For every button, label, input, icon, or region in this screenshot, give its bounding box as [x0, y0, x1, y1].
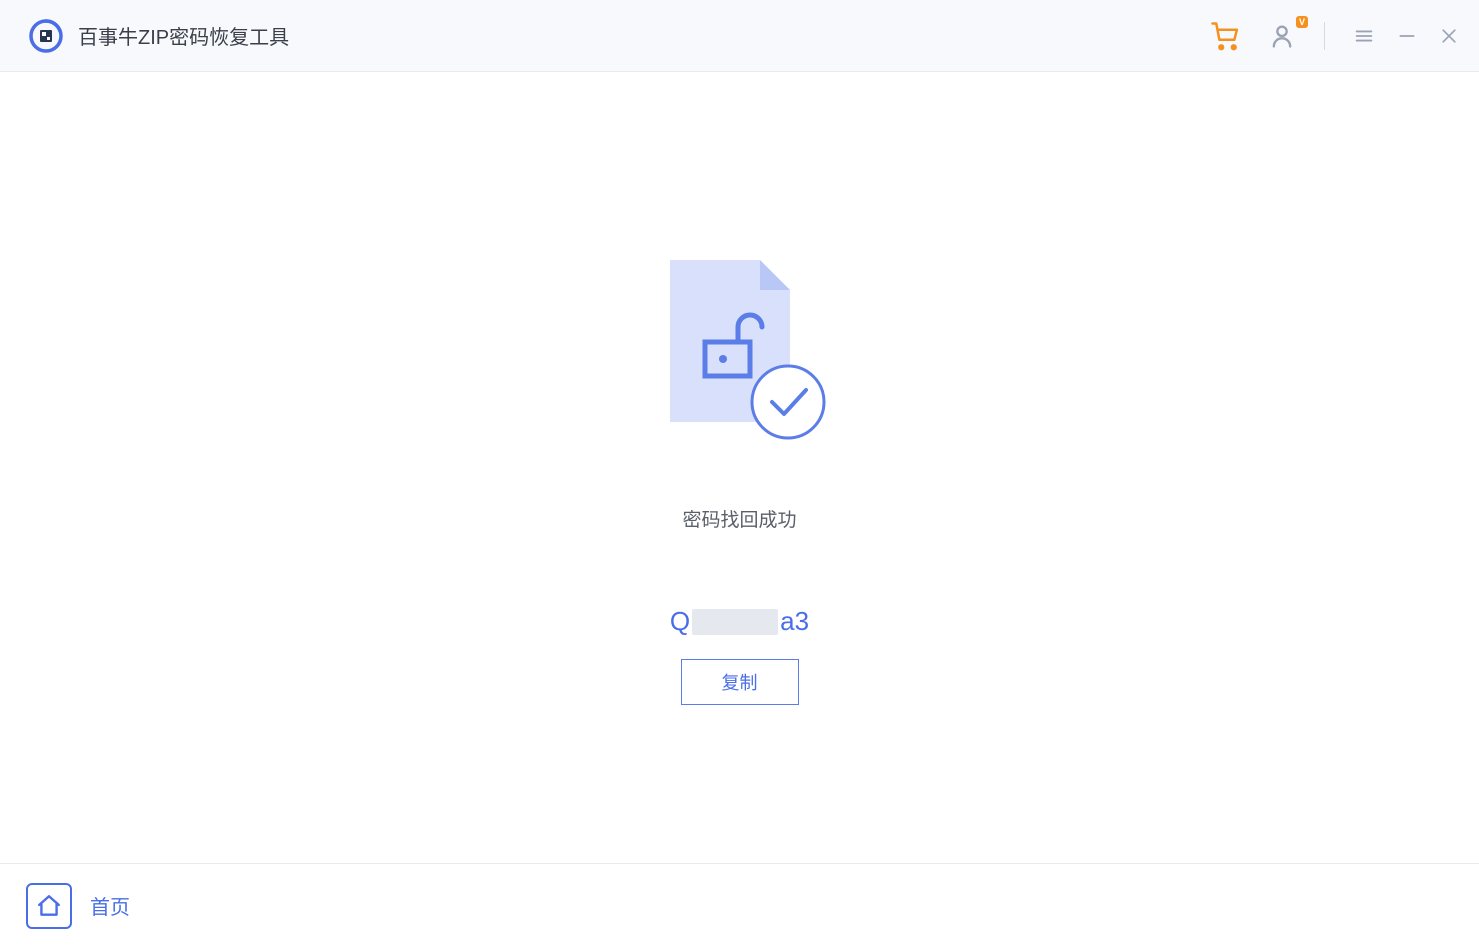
app-logo-icon: [28, 18, 64, 54]
home-label[interactable]: 首页: [90, 891, 130, 920]
vip-badge-tag: V: [1296, 16, 1308, 28]
minimize-icon[interactable]: [1397, 26, 1417, 46]
footer: 首页: [0, 863, 1479, 947]
titlebar-right: V: [1210, 21, 1459, 51]
home-icon: [36, 893, 62, 919]
main-content: 密码找回成功 Q a3 复制: [0, 72, 1479, 863]
menu-icon[interactable]: [1353, 25, 1375, 47]
titlebar-left: 百事牛ZIP密码恢复工具: [28, 18, 289, 54]
success-file-unlock-icon: [650, 252, 830, 447]
user-vip-icon[interactable]: V: [1268, 22, 1296, 50]
password-suffix: a3: [780, 606, 809, 637]
titlebar: 百事牛ZIP密码恢复工具 V: [0, 0, 1479, 72]
password-mask: [692, 609, 778, 635]
close-icon[interactable]: [1439, 26, 1459, 46]
copy-button[interactable]: 复制: [681, 659, 799, 705]
app-title: 百事牛ZIP密码恢复工具: [78, 21, 289, 50]
password-prefix: Q: [670, 606, 690, 637]
window-controls: [1353, 25, 1459, 47]
recovered-password: Q a3: [670, 606, 809, 637]
cart-icon[interactable]: [1210, 21, 1240, 51]
home-button[interactable]: [26, 883, 72, 929]
titlebar-divider: [1324, 22, 1325, 50]
success-message: 密码找回成功: [682, 505, 796, 532]
